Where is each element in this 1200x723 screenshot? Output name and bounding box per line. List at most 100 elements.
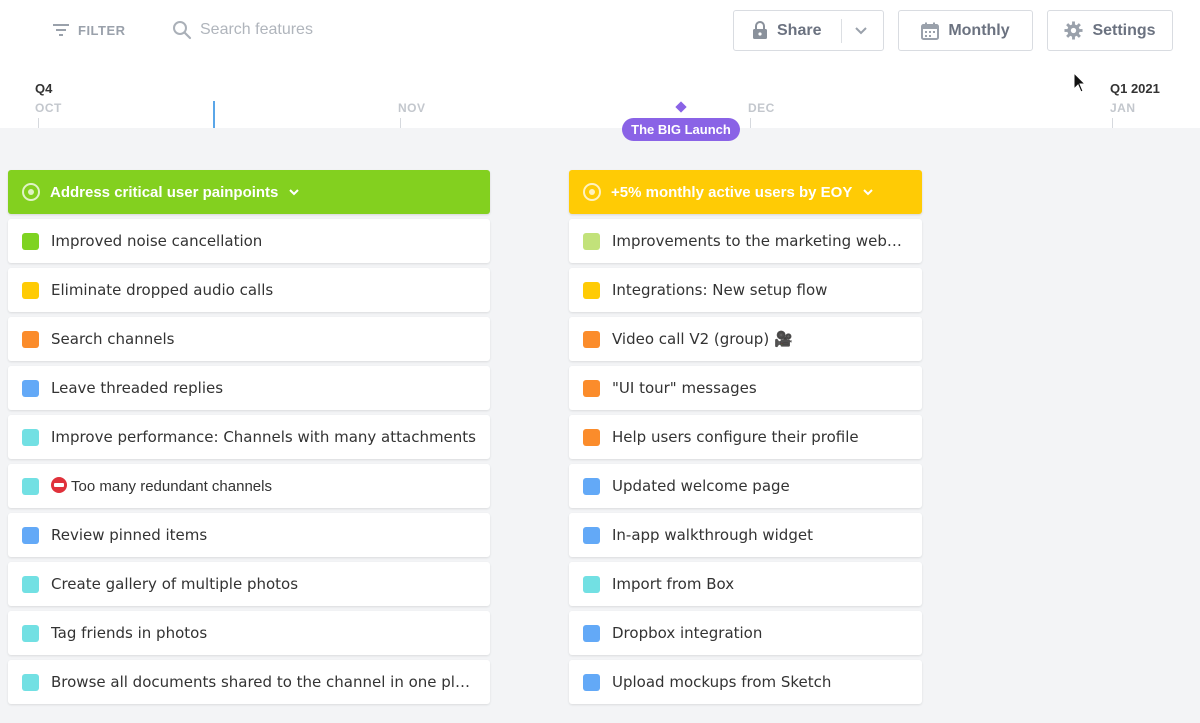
month-label-nov: NOV: [398, 101, 426, 115]
quarter-label-q1-2021: Q1 2021: [1110, 81, 1160, 96]
status-swatch: [583, 428, 600, 446]
chevron-down-icon[interactable]: [854, 23, 868, 37]
goal-column-painpoints: Address critical user painpoints Improve…: [8, 170, 490, 704]
feature-title: Tag friends in photos: [51, 624, 208, 642]
status-swatch: [22, 624, 39, 642]
mouse-cursor-icon: [1073, 72, 1087, 93]
feature-card[interactable]: Too many redundant channels: [8, 464, 490, 508]
feature-card[interactable]: Dropbox integration: [569, 611, 922, 655]
toolbar: FILTER Share Monthly: [0, 0, 1200, 128]
feature-card[interactable]: Video call V2 (group) 🎥: [569, 317, 922, 361]
status-swatch: [22, 673, 39, 691]
feature-title: Too many redundant channels: [51, 477, 286, 495]
milestone-badge[interactable]: The BIG Launch: [622, 118, 740, 141]
feature-title: Integrations: New setup flow: [612, 281, 828, 299]
month-tick: [400, 118, 401, 128]
goal-title: Address critical user painpoints: [50, 183, 279, 201]
feature-card[interactable]: In-app walkthrough widget: [569, 513, 922, 557]
status-swatch: [22, 526, 39, 544]
status-swatch: [22, 428, 39, 446]
status-swatch: [583, 477, 600, 495]
goal-column-mau: +5% monthly active users by EOY Improvem…: [569, 170, 922, 704]
status-swatch: [22, 477, 39, 495]
status-swatch: [583, 575, 600, 593]
feature-card[interactable]: Integrations: New setup flow: [569, 268, 922, 312]
status-swatch: [583, 624, 600, 642]
feature-title: "UI tour" messages: [612, 379, 757, 397]
share-button[interactable]: Share: [733, 10, 884, 51]
card-list: Improvements to the marketing websi… Inte…: [569, 219, 922, 704]
goal-title: +5% monthly active users by EOY: [611, 183, 853, 201]
goal-target-icon: [22, 183, 40, 201]
feature-title: Search channels: [51, 330, 175, 348]
feature-title: Improved noise cancellation: [51, 232, 263, 250]
feature-title: Upload mockups from Sketch: [612, 673, 832, 691]
filter-button[interactable]: FILTER: [52, 18, 126, 42]
month-label-dec: DEC: [748, 101, 775, 115]
feature-card[interactable]: Improved noise cancellation: [8, 219, 490, 263]
month-label-jan: JAN: [1110, 101, 1136, 115]
month-tick: [38, 118, 39, 128]
quarter-label-q4: Q4: [35, 81, 53, 96]
feature-title: Create gallery of multiple photos: [51, 575, 299, 593]
share-divider: [841, 19, 842, 43]
chevron-down-icon[interactable]: [288, 186, 300, 198]
settings-button[interactable]: Settings: [1047, 10, 1173, 51]
feature-title: Dropbox integration: [612, 624, 763, 642]
feature-card[interactable]: Import from Box: [569, 562, 922, 606]
goal-header[interactable]: Address critical user painpoints: [8, 170, 490, 214]
chevron-down-icon[interactable]: [862, 186, 874, 198]
filter-icon: [53, 24, 69, 36]
goal-target-icon: [583, 183, 601, 201]
status-swatch: [583, 281, 600, 299]
feature-card[interactable]: Improvements to the marketing websi…: [569, 219, 922, 263]
feature-card[interactable]: Eliminate dropped audio calls: [8, 268, 490, 312]
settings-label: Settings: [1092, 21, 1156, 39]
feature-title: Eliminate dropped audio calls: [51, 281, 274, 299]
feature-card[interactable]: Create gallery of multiple photos: [8, 562, 490, 606]
search-input[interactable]: [200, 21, 560, 39]
search-icon: [173, 21, 192, 40]
feature-title: Help users configure their profile: [612, 428, 859, 446]
status-swatch: [583, 330, 600, 348]
status-swatch: [583, 379, 600, 397]
feature-title: In-app walkthrough widget: [612, 526, 813, 544]
card-list: Improved noise cancellation Eliminate dro…: [8, 219, 490, 704]
monthly-label: Monthly: [948, 21, 1010, 39]
feature-card[interactable]: Improve performance: Channels with many …: [8, 415, 490, 459]
monthly-button[interactable]: Monthly: [898, 10, 1033, 51]
feature-card[interactable]: Upload mockups from Sketch: [569, 660, 922, 704]
filter-label: FILTER: [78, 22, 126, 38]
feature-card[interactable]: Help users configure their profile: [569, 415, 922, 459]
lock-icon: [753, 21, 767, 39]
today-marker: [213, 101, 215, 128]
feature-card[interactable]: Browse all documents shared to the chann…: [8, 660, 490, 704]
feature-title: Review pinned items: [51, 526, 208, 544]
feature-title: Video call V2 (group) 🎥: [612, 330, 793, 348]
status-swatch: [22, 575, 39, 593]
feature-card[interactable]: Updated welcome page: [569, 464, 922, 508]
feature-card[interactable]: Tag friends in photos: [8, 611, 490, 655]
no-entry-icon: [51, 477, 67, 493]
goal-header[interactable]: +5% monthly active users by EOY: [569, 170, 922, 214]
feature-title: Import from Box: [612, 575, 735, 593]
feature-card[interactable]: "UI tour" messages: [569, 366, 922, 410]
calendar-icon: [921, 22, 940, 40]
feature-card[interactable]: Search channels: [8, 317, 490, 361]
status-swatch: [22, 232, 39, 250]
month-tick: [1112, 118, 1113, 128]
feature-title: Improve performance: Channels with many …: [51, 428, 476, 446]
month-label-oct: OCT: [35, 101, 62, 115]
status-swatch: [583, 232, 600, 250]
status-swatch: [22, 281, 39, 299]
status-swatch: [22, 379, 39, 397]
share-label: Share: [777, 21, 822, 39]
feature-title: Updated welcome page: [612, 477, 790, 495]
status-swatch: [22, 330, 39, 348]
feature-card[interactable]: Review pinned items: [8, 513, 490, 557]
feature-title: Browse all documents shared to the chann…: [51, 673, 482, 691]
status-swatch: [583, 673, 600, 691]
search-box[interactable]: [172, 14, 592, 46]
feature-card[interactable]: Leave threaded replies: [8, 366, 490, 410]
gear-icon: [1064, 21, 1083, 40]
